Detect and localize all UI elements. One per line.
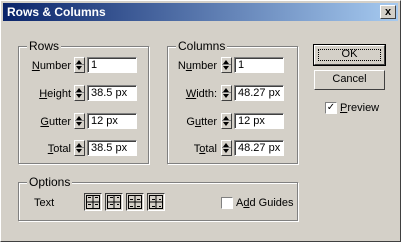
columns-width-label: Width: (185, 88, 217, 100)
rows-total-stepper[interactable] (74, 140, 85, 156)
columns-number-stepper[interactable] (221, 57, 232, 73)
dialog-title: Rows & Columns (7, 5, 106, 19)
preview-checkbox[interactable]: ✓ (325, 102, 337, 114)
rows-legend: Rows (27, 39, 62, 53)
rows-height-field[interactable]: 38.5 px (87, 85, 137, 101)
rows-columns-dialog: Rows & Columns x Rows Number 1 Height 38… (0, 0, 401, 242)
rows-total-field[interactable]: 38.5 px (87, 140, 137, 156)
text-label: Text (34, 197, 55, 209)
add-guides-label: Add Guides (236, 197, 294, 209)
columns-gutter-label: Gutter (186, 116, 217, 128)
rows-number-stepper[interactable] (74, 57, 85, 73)
columns-legend: Columns (176, 39, 228, 53)
align-top-right-icon (107, 195, 121, 209)
cancel-button[interactable]: Cancel (314, 70, 385, 90)
align-top-left-button[interactable] (84, 193, 102, 211)
align-top-left-icon (86, 195, 100, 209)
rows-total-label: Total (47, 143, 71, 155)
columns-gutter-stepper[interactable] (221, 113, 232, 129)
options-legend: Options (27, 175, 73, 189)
rows-gutter-field[interactable]: 12 px (87, 113, 137, 129)
align-bottom-left-icon (128, 195, 142, 209)
columns-total-label: Total (193, 143, 217, 155)
columns-width-field[interactable]: 48.27 px (234, 85, 284, 101)
close-button[interactable]: x (380, 5, 396, 19)
ok-button[interactable]: OK (313, 44, 386, 66)
columns-total-field[interactable]: 48.27 px (234, 140, 284, 156)
rows-height-label: Height (39, 88, 71, 100)
rows-number-label: Number (31, 60, 71, 72)
preview-label: Preview (340, 102, 380, 114)
align-bottom-left-button[interactable] (126, 193, 144, 211)
align-top-right-button[interactable] (105, 193, 123, 211)
add-guides-checkbox[interactable] (221, 197, 233, 209)
columns-number-field[interactable]: 1 (234, 57, 284, 73)
focus-ring (318, 49, 381, 61)
rows-gutter-stepper[interactable] (74, 113, 85, 129)
columns-number-label: Number (177, 60, 217, 72)
columns-gutter-field[interactable]: 12 px (234, 113, 284, 129)
columns-width-stepper[interactable] (221, 85, 232, 101)
title-bar[interactable]: Rows & Columns x (3, 3, 398, 21)
rows-gutter-label: Gutter (40, 116, 71, 128)
align-bottom-right-icon (149, 195, 163, 209)
align-bottom-right-button[interactable] (147, 193, 165, 211)
rows-number-field[interactable]: 1 (87, 57, 137, 73)
rows-height-stepper[interactable] (74, 85, 85, 101)
cancel-label: Cancel (332, 73, 367, 85)
columns-total-stepper[interactable] (221, 140, 232, 156)
